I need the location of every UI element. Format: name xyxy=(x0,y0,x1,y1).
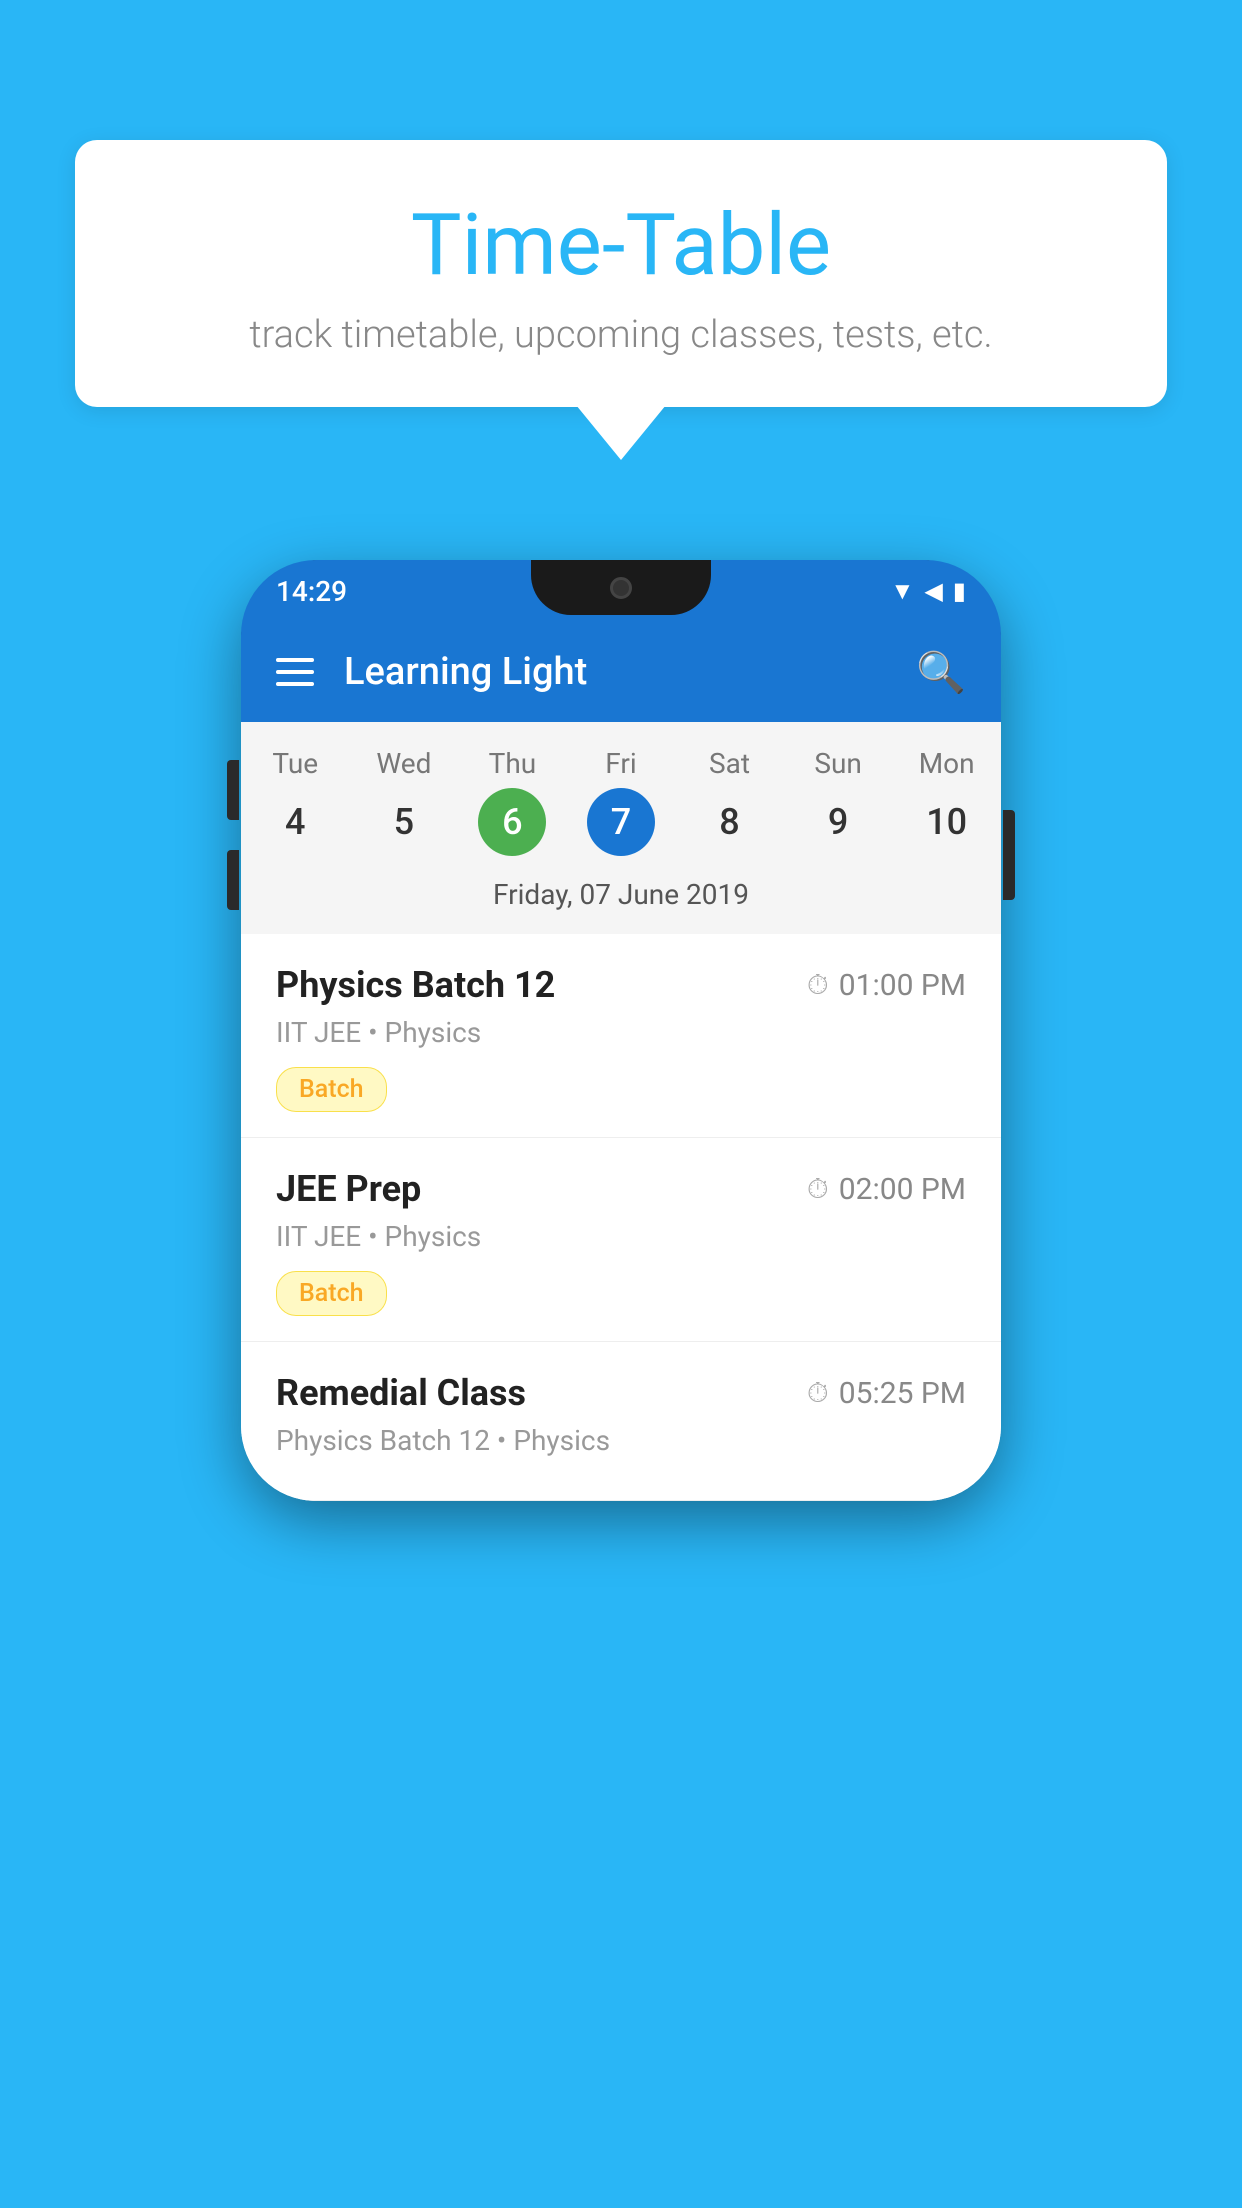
day-fri[interactable]: Fri 7 xyxy=(571,747,671,856)
wifi-icon: ▼ xyxy=(891,577,915,606)
day-label-fri: Fri xyxy=(605,747,636,780)
day-thu[interactable]: Thu 6 xyxy=(462,747,562,856)
day-tue[interactable]: Tue 4 xyxy=(245,747,345,856)
volume-up-button xyxy=(227,760,239,820)
item-subtitle-3: Physics Batch 12 • Physics xyxy=(276,1424,966,1457)
item-time-1: ⏱ 01:00 PM xyxy=(807,968,966,1003)
schedule-item-1[interactable]: Physics Batch 12 ⏱ 01:00 PM IIT JEE • Ph… xyxy=(241,934,1001,1138)
clock-icon-2: ⏱ xyxy=(807,1172,829,1206)
day-label-mon: Mon xyxy=(919,747,975,780)
item-title-1: Physics Batch 12 xyxy=(276,964,555,1006)
item-time-2: ⏱ 02:00 PM xyxy=(807,1172,966,1207)
item-header-1: Physics Batch 12 ⏱ 01:00 PM xyxy=(276,964,966,1006)
speech-bubble-container: Time-Table track timetable, upcoming cla… xyxy=(75,140,1167,460)
day-number-5: 5 xyxy=(370,788,438,856)
day-wed[interactable]: Wed 5 xyxy=(354,747,454,856)
app-title: Learning Light xyxy=(344,650,886,694)
day-number-10: 10 xyxy=(913,788,981,856)
day-label-sun: Sun xyxy=(814,747,862,780)
camera xyxy=(610,577,632,599)
volume-down-button xyxy=(227,850,239,910)
screen-content: Tue 4 Wed 5 Thu 6 Fri 7 xyxy=(241,722,1001,1501)
battery-icon: ▮ xyxy=(953,577,966,605)
day-number-9: 9 xyxy=(804,788,872,856)
item-title-2: JEE Prep xyxy=(276,1168,421,1210)
item-header-2: JEE Prep ⏱ 02:00 PM xyxy=(276,1168,966,1210)
day-number-6: 6 xyxy=(478,788,546,856)
day-sat[interactable]: Sat 8 xyxy=(680,747,780,856)
clock-icon-1: ⏱ xyxy=(807,968,829,1002)
phone-frame: 14:29 ▼ ◀ ▮ Learning Light 🔍 xyxy=(241,560,1001,1501)
calendar-strip: Tue 4 Wed 5 Thu 6 Fri 7 xyxy=(241,722,1001,934)
day-number-4: 4 xyxy=(261,788,329,856)
day-label-wed: Wed xyxy=(376,747,431,780)
item-subtitle-2: IIT JEE • Physics xyxy=(276,1220,966,1253)
notch xyxy=(531,560,711,615)
item-title-3: Remedial Class xyxy=(276,1372,526,1414)
clock-icon-3: ⏱ xyxy=(807,1376,829,1410)
speech-bubble: Time-Table track timetable, upcoming cla… xyxy=(75,140,1167,407)
bubble-arrow xyxy=(576,405,666,460)
day-label-sat: Sat xyxy=(709,747,750,780)
batch-tag-2: Batch xyxy=(276,1271,387,1316)
day-number-7: 7 xyxy=(587,788,655,856)
phone-mockup: 14:29 ▼ ◀ ▮ Learning Light 🔍 xyxy=(241,560,1001,1501)
item-time-3: ⏱ 05:25 PM xyxy=(807,1376,966,1411)
day-label-tue: Tue xyxy=(272,747,318,780)
schedule-item-3[interactable]: Remedial Class ⏱ 05:25 PM Physics Batch … xyxy=(241,1342,1001,1501)
search-icon[interactable]: 🔍 xyxy=(916,649,966,696)
signal-icon: ◀ xyxy=(924,577,942,605)
item-subtitle-1: IIT JEE • Physics xyxy=(276,1016,966,1049)
days-row: Tue 4 Wed 5 Thu 6 Fri 7 xyxy=(241,747,1001,856)
day-label-thu: Thu xyxy=(489,747,537,780)
schedule-item-2[interactable]: JEE Prep ⏱ 02:00 PM IIT JEE • Physics Ba… xyxy=(241,1138,1001,1342)
app-bar: Learning Light 🔍 xyxy=(241,622,1001,722)
day-mon[interactable]: Mon 10 xyxy=(897,747,997,856)
main-subtitle: track timetable, upcoming classes, tests… xyxy=(145,313,1097,357)
main-title: Time-Table xyxy=(145,195,1097,295)
menu-button[interactable] xyxy=(276,658,314,686)
item-header-3: Remedial Class ⏱ 05:25 PM xyxy=(276,1372,966,1414)
phone-screen: 14:29 ▼ ◀ ▮ Learning Light 🔍 xyxy=(241,560,1001,1501)
day-sun[interactable]: Sun 9 xyxy=(788,747,888,856)
status-time: 14:29 xyxy=(276,575,347,608)
selected-date: Friday, 07 June 2019 xyxy=(241,866,1001,919)
power-button xyxy=(1003,810,1015,900)
batch-tag-1: Batch xyxy=(276,1067,387,1112)
day-number-8: 8 xyxy=(696,788,764,856)
status-icons: ▼ ◀ ▮ xyxy=(891,577,966,606)
